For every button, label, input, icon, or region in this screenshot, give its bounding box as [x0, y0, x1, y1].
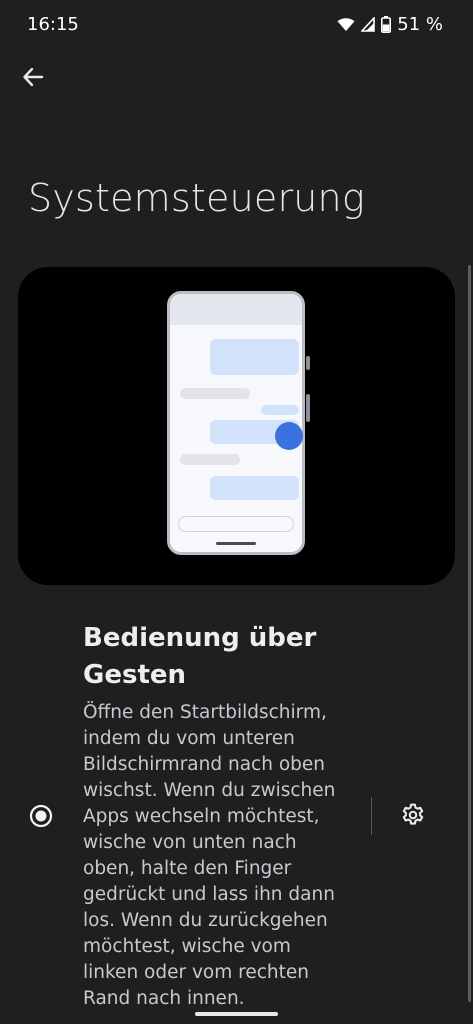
option-description: Öffne den Startbildschirm, indem du vom … — [83, 702, 336, 1009]
arrow-back-icon — [22, 66, 44, 92]
page-title: Systemsteuerung — [28, 176, 365, 220]
wifi-icon — [337, 17, 355, 32]
gesture-navigation-bar[interactable] — [195, 1012, 278, 1016]
back-button[interactable] — [16, 62, 50, 96]
signal-icon — [361, 16, 376, 32]
status-icons: 51 % — [337, 14, 443, 35]
gesture-illustration-card — [18, 267, 455, 585]
status-bar: 16:15 51 % — [0, 0, 473, 48]
touch-indicator — [275, 422, 303, 450]
vertical-divider — [371, 797, 372, 835]
status-time: 16:15 — [27, 13, 79, 35]
gesture-settings-button[interactable] — [398, 802, 428, 832]
battery-percentage: 51 % — [397, 13, 443, 35]
phone-topbar — [170, 294, 302, 325]
gear-icon — [400, 802, 426, 832]
message-bubble — [210, 476, 299, 500]
message-bubble — [210, 339, 299, 375]
message-bubble — [261, 405, 299, 415]
message-line — [180, 454, 240, 465]
message-line — [180, 388, 250, 399]
battery-icon — [381, 15, 392, 33]
phone-side-button — [306, 356, 310, 370]
scrollbar[interactable] — [468, 265, 471, 1002]
phone-gesture-handle — [216, 542, 256, 545]
phone-input-bar — [178, 516, 294, 532]
option-title[interactable]: Bedienung über Gesten — [83, 620, 343, 694]
gesture-navigation-radio[interactable] — [29, 804, 53, 828]
phone-side-button — [306, 394, 310, 422]
